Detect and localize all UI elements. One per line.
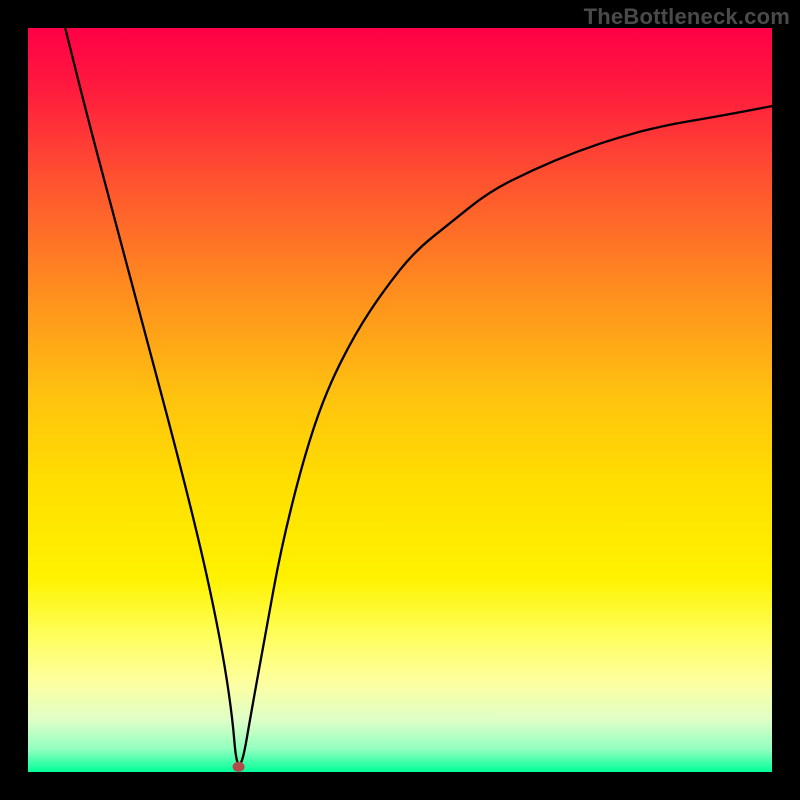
minimum-marker — [233, 762, 245, 772]
chart-frame: TheBottleneck.com — [0, 0, 800, 800]
watermark-text: TheBottleneck.com — [584, 4, 790, 30]
gradient-background — [28, 28, 772, 772]
plot-area — [28, 28, 772, 772]
chart-svg — [28, 28, 772, 772]
